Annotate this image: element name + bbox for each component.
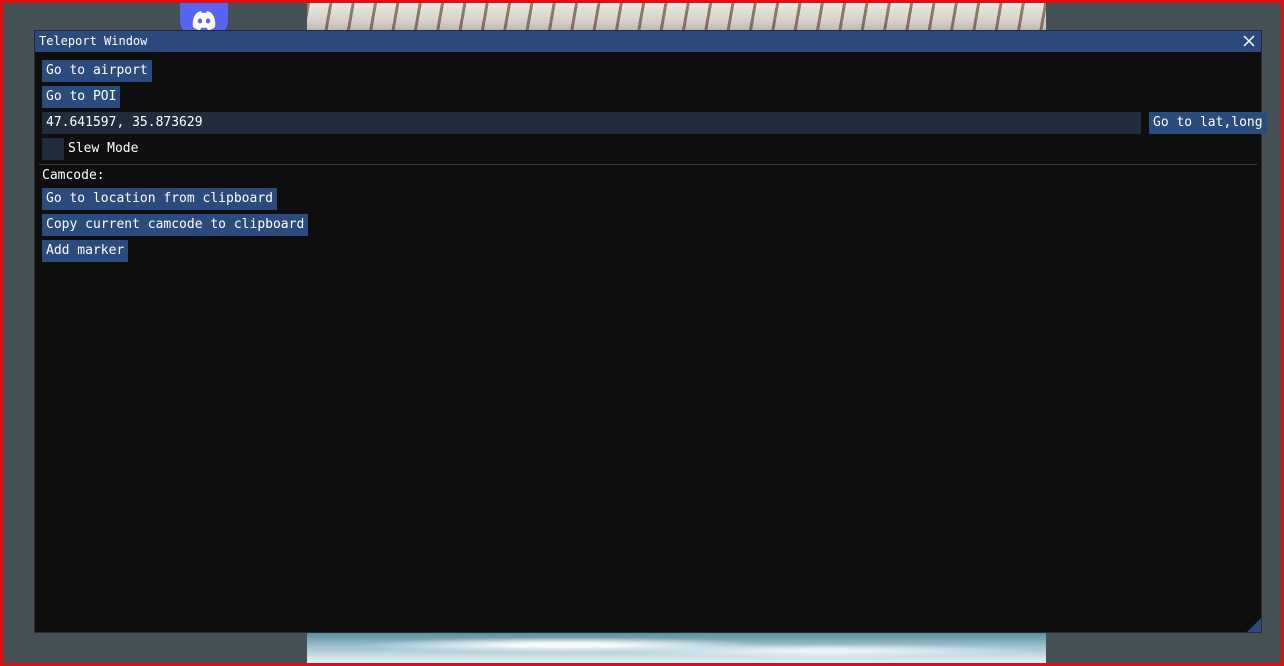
camcode-label: Camcode: bbox=[42, 168, 105, 183]
go-to-poi-button[interactable]: Go to POI bbox=[42, 86, 121, 108]
copy-camcode-button[interactable]: Copy current camcode to clipboard bbox=[42, 214, 309, 236]
teleport-window: Teleport Window Go to airport Go to POI … bbox=[34, 30, 1267, 633]
slew-mode-label: Slew Mode bbox=[68, 141, 139, 156]
go-to-airport-button[interactable]: Go to airport bbox=[42, 60, 152, 82]
separator bbox=[39, 164, 1257, 165]
coordinates-input[interactable] bbox=[42, 112, 1141, 134]
window-titlebar[interactable]: Teleport Window bbox=[35, 31, 1261, 52]
resize-grip-icon[interactable] bbox=[1247, 618, 1261, 632]
slew-mode-checkbox[interactable] bbox=[42, 138, 64, 160]
add-marker-button[interactable]: Add marker bbox=[42, 240, 129, 262]
go-to-location-from-clipboard-button[interactable]: Go to location from clipboard bbox=[42, 188, 277, 210]
close-icon[interactable] bbox=[1241, 33, 1257, 49]
go-to-latlong-button[interactable]: Go to lat,long bbox=[1149, 112, 1267, 134]
background-game-image-bottom bbox=[307, 633, 1046, 663]
window-title: Teleport Window bbox=[39, 34, 148, 48]
background-game-image-top bbox=[307, 3, 1046, 31]
